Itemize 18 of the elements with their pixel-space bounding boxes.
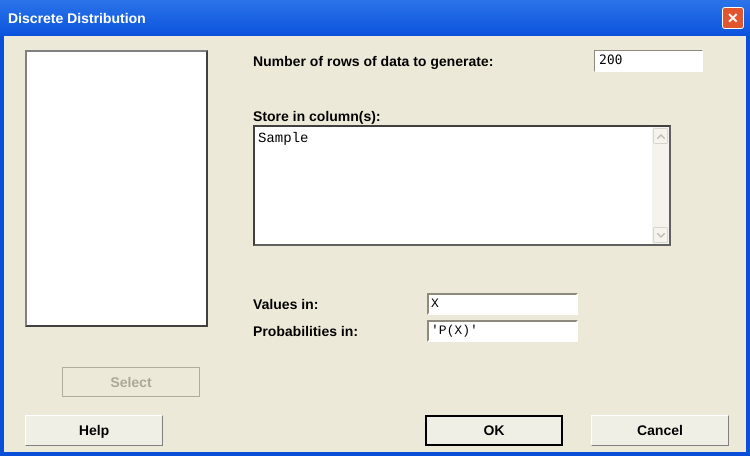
input-field[interactable]: 'P(X)'	[427, 320, 578, 342]
field-label: Values in:	[253, 294, 320, 314]
scroll-up-button[interactable]	[653, 128, 668, 144]
column-list-box[interactable]	[25, 50, 208, 327]
text-area[interactable]: Sample	[253, 125, 671, 246]
window-title: Discrete Distribution	[8, 8, 146, 28]
close-button[interactable]: ✕	[722, 7, 744, 29]
field-label: Store in column(s):	[253, 107, 382, 124]
field-label: Number of rows of data to generate:	[253, 52, 494, 71]
dialog-button[interactable]: OK	[425, 415, 563, 446]
field-label: Probabilities in:	[253, 322, 360, 340]
scroll-down-button[interactable]	[653, 227, 668, 243]
input-field[interactable]: 200	[594, 50, 703, 72]
dialog-button[interactable]: Cancel	[591, 415, 729, 446]
dialog-button[interactable]: Help	[25, 415, 163, 446]
input-field[interactable]: X	[427, 293, 578, 315]
chevron-up-icon	[656, 134, 664, 138]
chevron-down-icon	[656, 232, 664, 238]
